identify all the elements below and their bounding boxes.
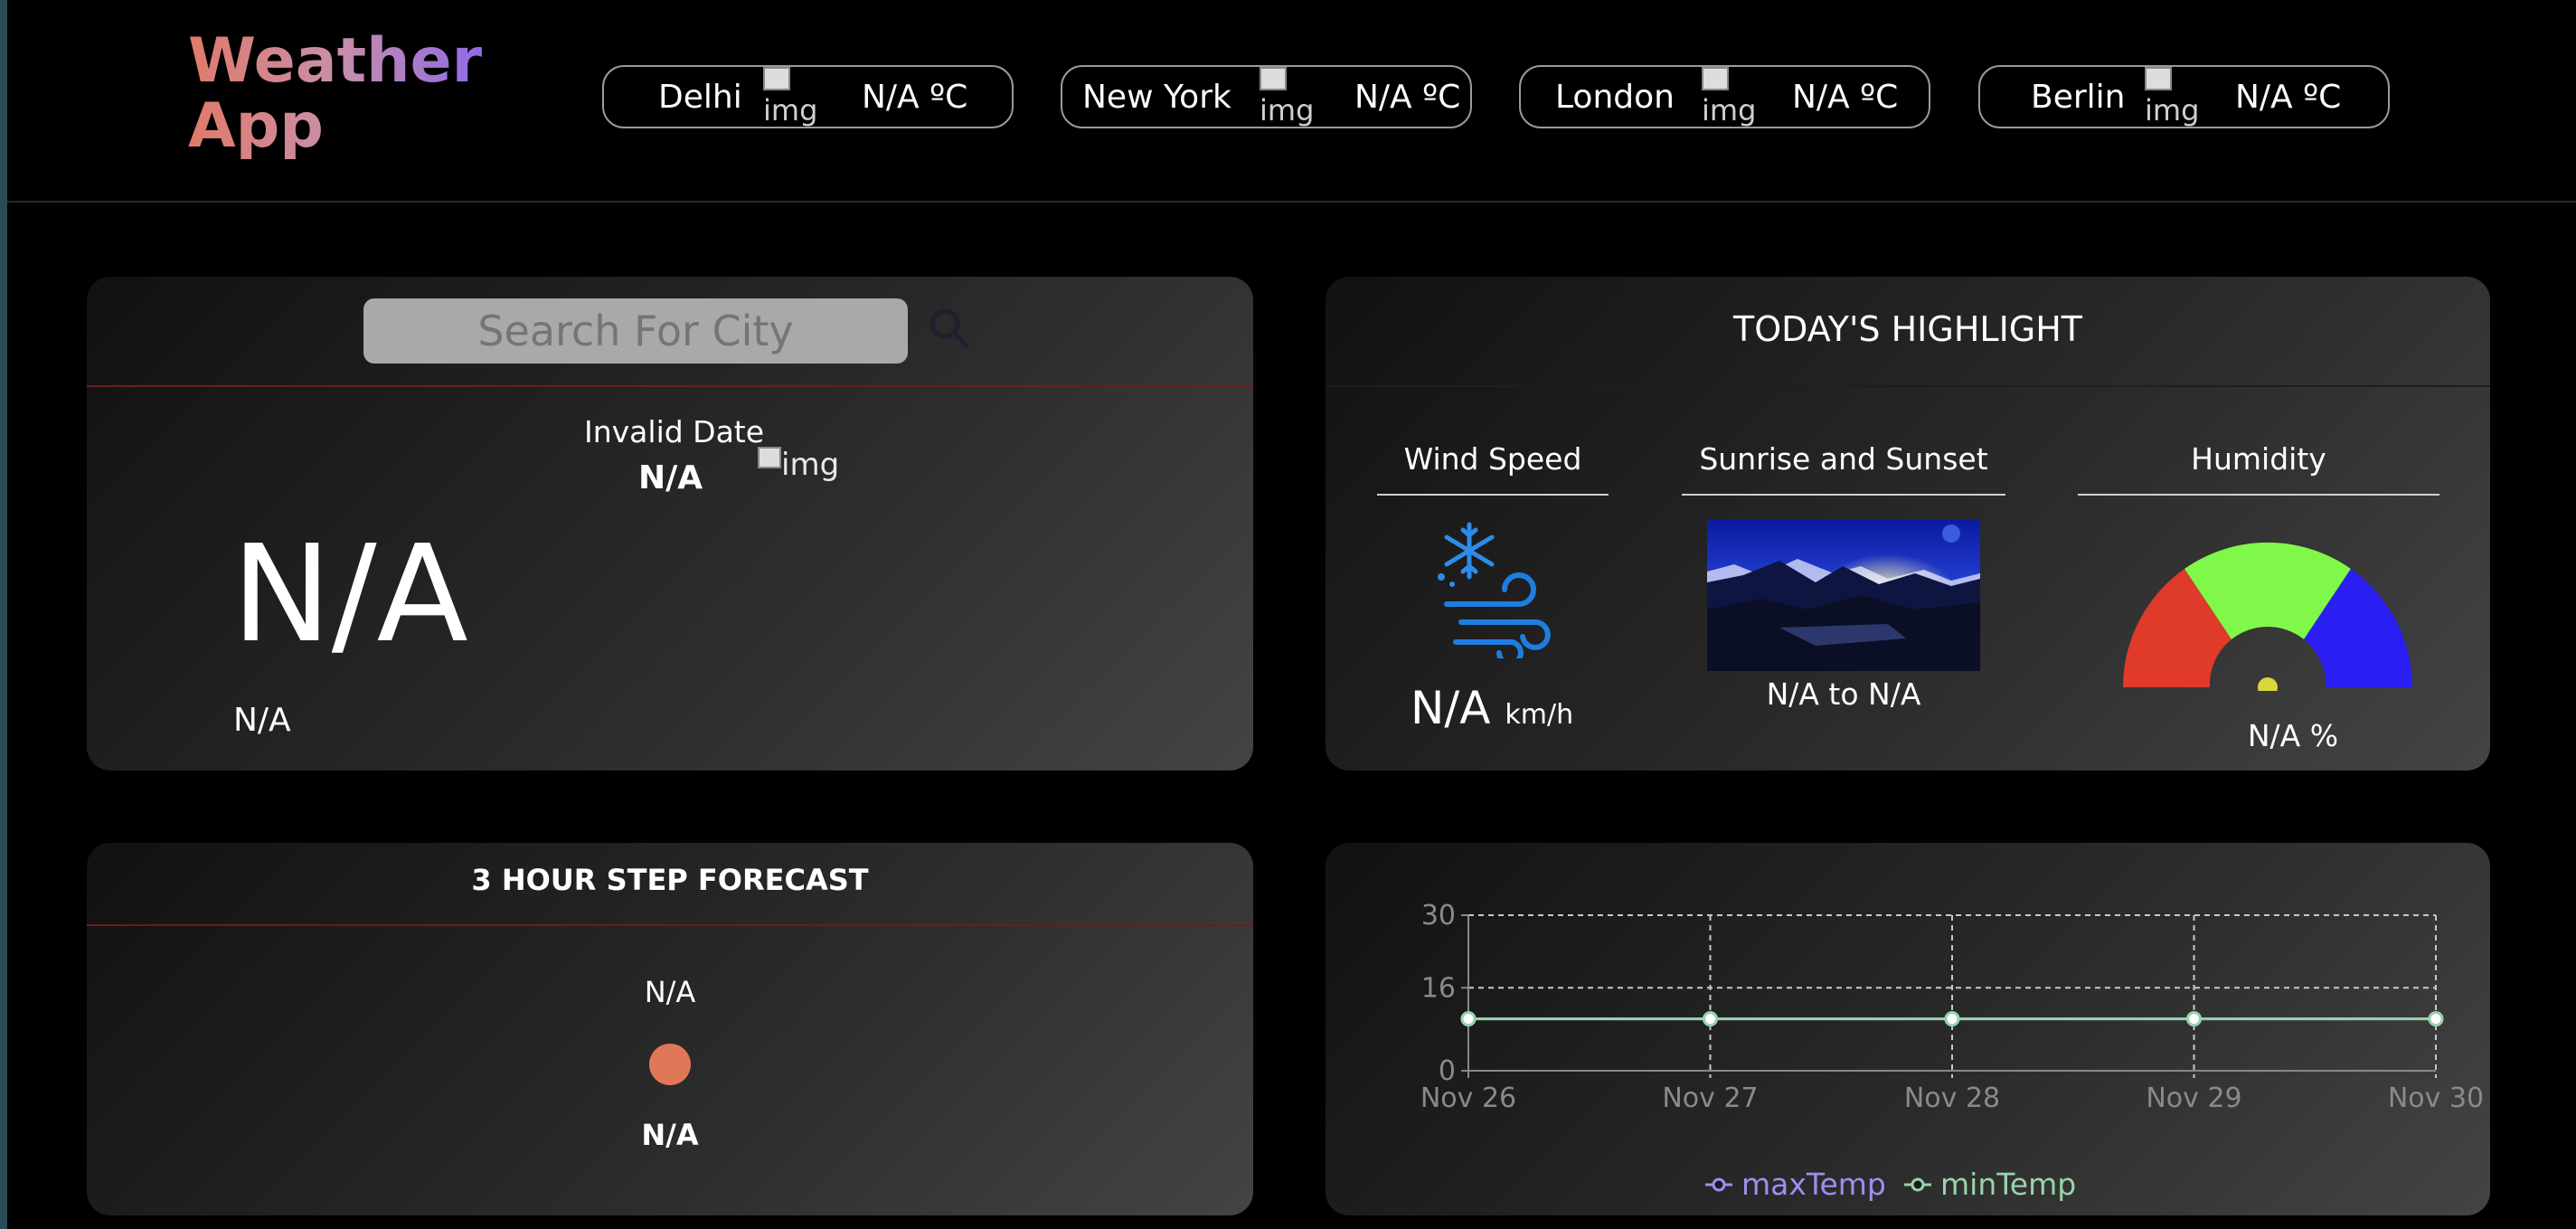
city-pill-berlin[interactable]: Berlin img N/A ºC [1978,65,2390,128]
data-point-minTemp [1460,1011,1477,1027]
legend-marker-maxTemp [1712,1177,1726,1192]
city-temp: N/A ºC [2235,78,2342,116]
city-temp: N/A ºC [1792,78,1899,116]
legend-label-minTemp: minTemp [1940,1167,2076,1202]
x-tick-label: Nov 27 [1662,1082,1758,1114]
data-point-minTemp [2186,1011,2202,1027]
city-pill-london[interactable]: London img N/A ºC [1519,65,1930,128]
x-tick-label: Nov 29 [2146,1082,2241,1114]
card-divider [1326,385,2490,387]
data-point-minTemp [1703,1011,1718,1027]
weather-image-broken: img [763,67,823,130]
current-temperature: N/A [231,516,468,672]
highlight-title: TODAY'S HIGHLIGHT [1732,309,2083,349]
label-underline [2078,494,2439,496]
card-divider [87,385,1253,387]
label-underline [1377,494,1609,496]
current-day: N/A [638,459,703,496]
city-pill-new-york[interactable]: New York img N/A ºC [1061,65,1472,128]
forecast-temp: N/A [641,1118,699,1152]
search-icon[interactable] [927,306,972,351]
city-temp: N/A ºC [862,78,968,116]
weather-image-broken: img [2145,67,2204,130]
header: Weather App Delhi img N/A ºC New York im… [7,0,2576,203]
wind-speed-label: Wind Speed [1403,441,1582,477]
sunrise-sunset-label: Sunrise and Sunset [1699,441,1988,477]
forecast-card [87,843,1253,1215]
y-tick-label: 30 [1421,900,1456,931]
city-temp: N/A ºC [1354,78,1461,116]
wind-speed-value: N/A km/h [1411,682,1574,734]
window-edge [0,0,7,1229]
weather-image-broken: img [1702,67,1761,130]
wind-snowflake-icon [1438,522,1551,658]
city-name: New York [1082,78,1231,116]
card-divider [87,924,1253,926]
data-point-minTemp [1944,1011,1960,1027]
forecast-time: N/A [644,975,696,1009]
forecast-dot [649,1044,691,1085]
weather-image-broken: img [1260,67,1319,130]
city-name: Berlin [2031,78,2126,116]
label-underline [1682,494,2005,496]
sunset-landscape-image [1707,519,1980,671]
city-pill-delhi[interactable]: Delhi img N/A ºC [602,65,1014,128]
city-name: Delhi [658,78,742,116]
current-date: Invalid Date [584,414,765,449]
x-tick-label: Nov 26 [1420,1082,1516,1114]
x-tick-label: Nov 30 [2388,1082,2484,1114]
legend-label-maxTemp: maxTemp [1741,1167,1886,1202]
x-tick-label: Nov 28 [1904,1082,2000,1114]
wind-speed-unit: km/h [1505,699,1574,731]
humidity-value: N/A % [2247,718,2339,753]
humidity-gauge [2123,542,2412,691]
data-point-minTemp [2428,1011,2444,1027]
sunrise-sunset-value: N/A to N/A [1766,676,1921,712]
humidity-label: Humidity [2191,441,2326,477]
forecast-title: 3 HOUR STEP FORECAST [471,863,869,897]
app-logo: Weather App [188,25,483,162]
gauge-needle-dot [2258,677,2278,691]
weather-image-broken: img [758,447,839,483]
legend-marker-minTemp [1911,1177,1925,1192]
temperature-line-chart: 01630Nov 26 Nov 27 Nov 28 Nov 29 Nov 30maxTe… [1420,900,2484,1202]
current-description: N/A [233,702,291,739]
y-tick-label: 16 [1421,972,1456,1004]
search-input[interactable] [363,298,908,364]
city-name: London [1555,78,1675,116]
